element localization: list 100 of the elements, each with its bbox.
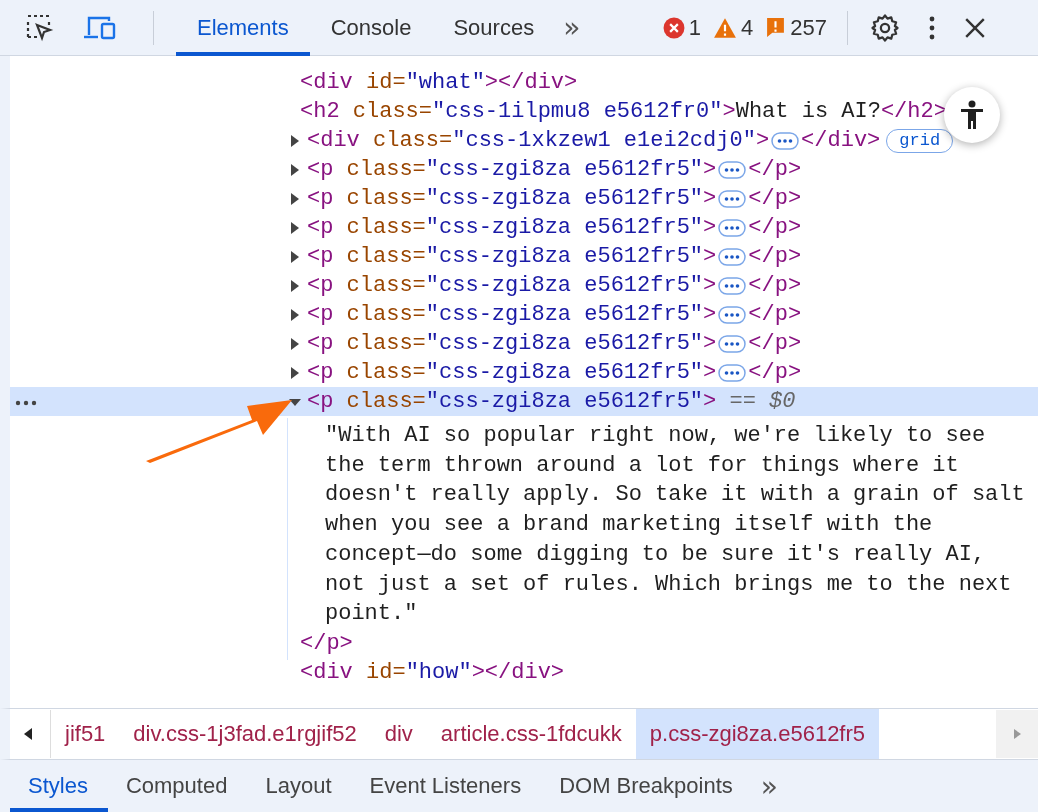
tag-text: </p> [748,301,802,329]
tag-text: </p> [748,185,802,213]
attribute-value: "css-zgi8za e5612fr5" [425,388,704,416]
expand-triangle-icon[interactable] [289,163,301,176]
error-counter[interactable]: 1 [662,14,702,41]
panel-tab[interactable]: Sources [432,0,556,56]
issues-counter[interactable]: 257 [765,14,827,41]
breadcrumb-item[interactable]: div.css-1j3fad.e1rgjif52 [119,709,371,759]
selected-row[interactable]: <p class="css-zgi8za e5612fr5"> == $0 [10,387,1038,416]
tag-text: <div [300,69,353,97]
panel-tab[interactable]: Console [309,0,433,56]
tag-text: ></div> [484,69,578,97]
breadcrumb-item[interactable]: jif51 [51,709,120,759]
attribute-name: class= [345,388,426,416]
tag-text: > [703,388,717,416]
panel-tab[interactable]: Elements [176,0,310,56]
sidebar-tab[interactable]: DOM Breakpoints [541,760,753,812]
sidebar-tab[interactable]: Event Listeners [351,760,542,812]
settings-icon[interactable] [870,12,900,43]
sidebar-tab[interactable]: Styles [10,760,108,812]
console-variable: $0 [769,388,796,416]
attribute-name: id= [365,658,406,687]
sidebar-tab[interactable]: Layout [247,760,352,812]
ellipsis-icon[interactable] [718,305,747,324]
accessibility-button[interactable] [944,87,1000,143]
tag-text: <p [307,359,334,387]
tag-text: </p> [748,330,802,358]
device-icon[interactable] [83,14,117,41]
attribute-name: id= [365,69,406,97]
attribute-value: "css-zgi8za e5612fr5" [425,243,704,271]
kebab-menu-icon[interactable] [928,15,936,40]
tag-text: </div> [801,127,881,155]
attribute-value: "css-zgi8za e5612fr5" [425,359,704,387]
attribute-name: class= [345,243,426,271]
ellipsis-icon[interactable] [718,189,747,208]
tag-text: <div [300,658,353,687]
attribute-value: "css-zgi8za e5612fr5" [425,156,704,184]
tag-text: <p [307,388,334,416]
tag-text: </p> [748,272,802,300]
tag-text: <h2 [300,98,340,126]
tag-text: </p> [300,629,353,658]
error-icon [662,16,685,39]
tag-text: > [755,127,770,155]
tag-text: > [703,301,717,329]
attribute-name: class= [345,272,426,300]
tag-text: > [703,243,717,271]
breadcrumb-item[interactable]: article.css-1fdcukk [426,709,636,759]
expand-triangle-icon[interactable] [289,337,301,350]
tag-text: > [703,156,717,184]
error-count: 1 [688,14,702,41]
breadcrumb-item[interactable]: p.css-zgi8za.e5612fr5 [635,709,880,759]
attribute-value: "css-zgi8za e5612fr5" [425,330,704,358]
issue-count: 257 [790,14,827,41]
attribute-value: "css-zgi8za e5612fr5" [425,272,704,300]
tag-text: </p> [748,156,802,184]
ellipsis-icon[interactable] [718,334,747,353]
attribute-name: class= [345,359,426,387]
sidebar-tab[interactable]: Computed [107,760,248,812]
warning-counter[interactable]: 4 [713,14,754,41]
tag-text: <p [307,301,334,329]
text-content: What is AI? [735,98,881,126]
tag-text: </p> [748,243,802,271]
ellipsis-icon[interactable] [718,218,747,237]
attribute-name: class= [345,185,426,213]
ellipsis-icon[interactable] [771,131,800,150]
attribute-value: "what" [405,69,485,97]
more-icon[interactable] [15,400,37,406]
more-tabs-button[interactable]: » [752,760,786,812]
attribute-value: "css-zgi8za e5612fr5" [425,214,704,242]
inspect-icon[interactable] [25,12,55,43]
warning-icon [713,16,738,39]
attribute-value: "how" [405,658,472,687]
ellipsis-icon[interactable] [718,247,747,266]
more-tabs-button[interactable]: » [555,11,589,44]
tag-text: <p [307,156,334,184]
issue-icon [765,17,787,38]
attribute-name: class= [345,330,426,358]
expand-triangle-icon[interactable] [289,308,301,321]
breadcrumb-item[interactable]: div [370,709,427,759]
close-icon[interactable] [964,16,986,39]
expand-triangle-icon[interactable] [289,221,301,234]
expand-triangle-icon[interactable] [289,134,301,147]
expand-triangle-icon[interactable] [289,279,301,292]
tag-text: <p [307,243,334,271]
attribute-value: "css-zgi8za e5612fr5" [425,185,704,213]
tag-text: <p [307,185,334,213]
ellipsis-icon[interactable] [718,160,747,179]
attribute-value: "css-zgi8za e5612fr5" [425,301,704,329]
ellipsis-icon[interactable] [718,363,747,382]
tag-text: </h2> [880,98,947,126]
accessibility-icon [960,100,984,130]
expand-triangle-icon[interactable] [289,192,301,205]
ellipsis-icon[interactable] [718,276,747,295]
tag-text: > [703,214,717,242]
attribute-name: class= [351,98,433,126]
attribute-value: "css-1ilpmu8 e5612fr0" [432,98,723,126]
expand-triangle-icon[interactable] [289,250,301,263]
expand-triangle-icon[interactable] [289,366,301,379]
tag-text: > [703,359,717,387]
tag-text: </p> [748,214,802,242]
